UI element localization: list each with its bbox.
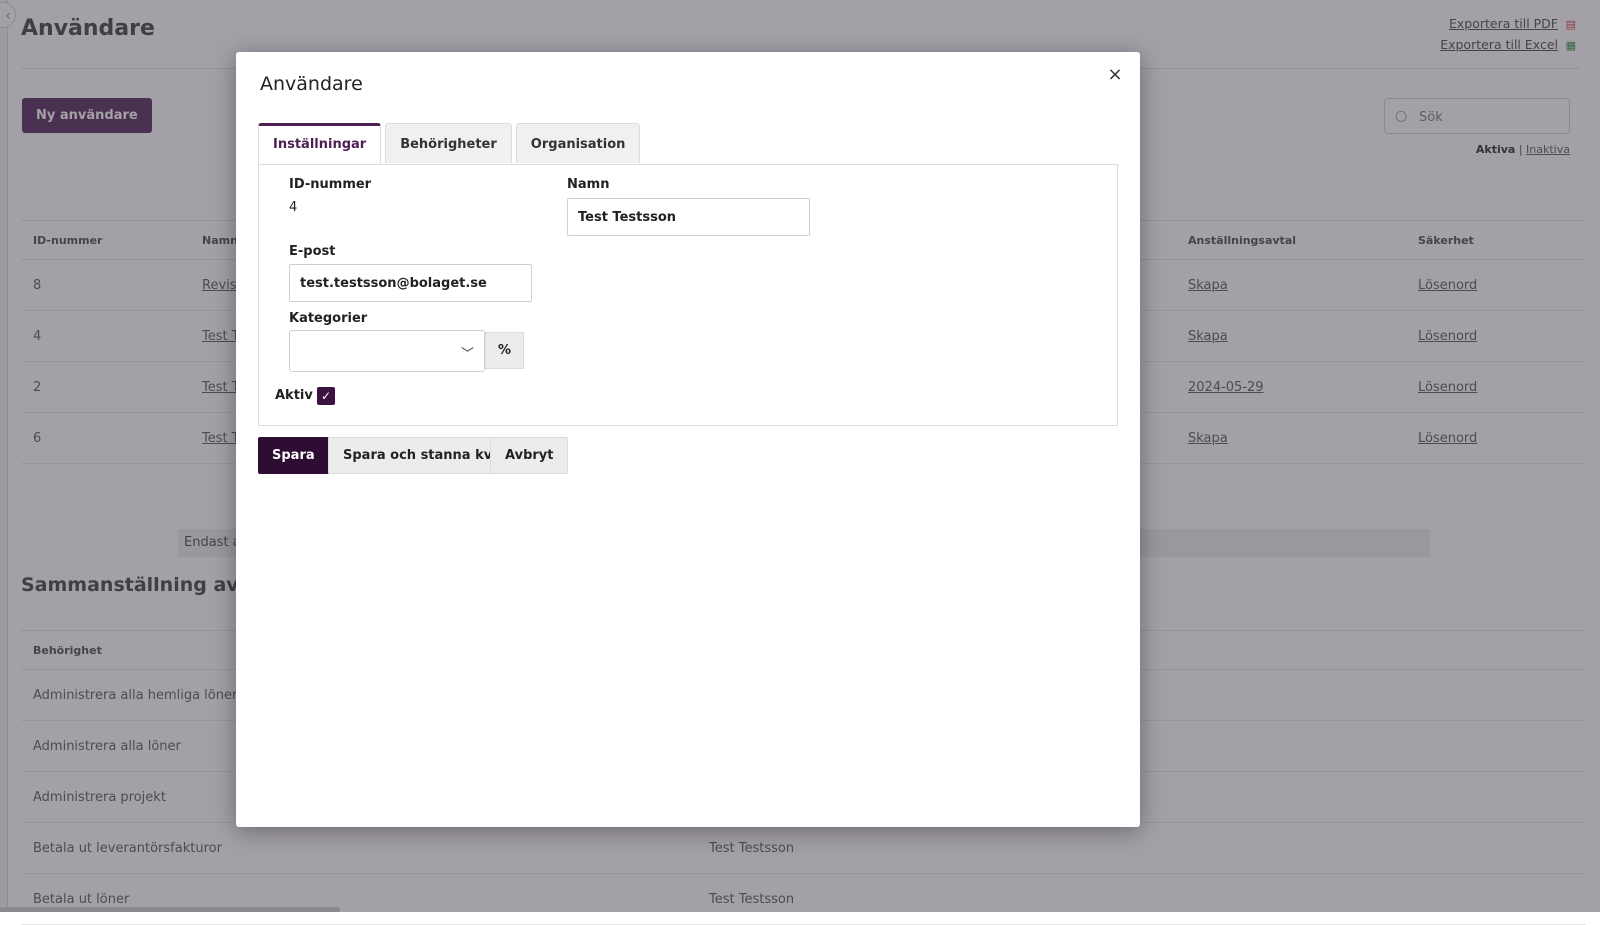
cancel-button[interactable]: Avbryt: [490, 437, 569, 474]
user-modal: Användare × Inställningar Behörigheter O…: [236, 52, 1140, 827]
email-field[interactable]: [289, 264, 532, 302]
settings-panel: ID-nummer 4 Namn E-post Kategorier ﹀ % A…: [258, 164, 1118, 426]
categories-label: Kategorier: [289, 311, 368, 326]
chevron-down-icon: ﹀: [460, 347, 474, 362]
name-label: Namn: [567, 177, 610, 192]
modal-tabs: Inställningar Behörigheter Organisation: [258, 123, 644, 165]
modal-title: Användare: [260, 73, 363, 95]
name-field[interactable]: [567, 198, 810, 236]
email-label: E-post: [289, 244, 336, 259]
tab-permissions[interactable]: Behörigheter: [385, 123, 512, 163]
active-label: Aktiv: [275, 388, 313, 403]
tab-organisation[interactable]: Organisation: [515, 123, 641, 163]
close-icon[interactable]: ×: [1104, 64, 1126, 86]
id-label: ID-nummer: [289, 177, 372, 192]
categories-select[interactable]: ﹀: [289, 330, 485, 372]
check-icon: ✓: [320, 389, 332, 403]
save-button[interactable]: Spara: [258, 437, 329, 474]
percent-button[interactable]: %: [485, 332, 524, 369]
active-checkbox[interactable]: ✓: [317, 387, 335, 405]
id-value: 4: [289, 200, 298, 215]
tab-settings[interactable]: Inställningar: [258, 123, 382, 165]
